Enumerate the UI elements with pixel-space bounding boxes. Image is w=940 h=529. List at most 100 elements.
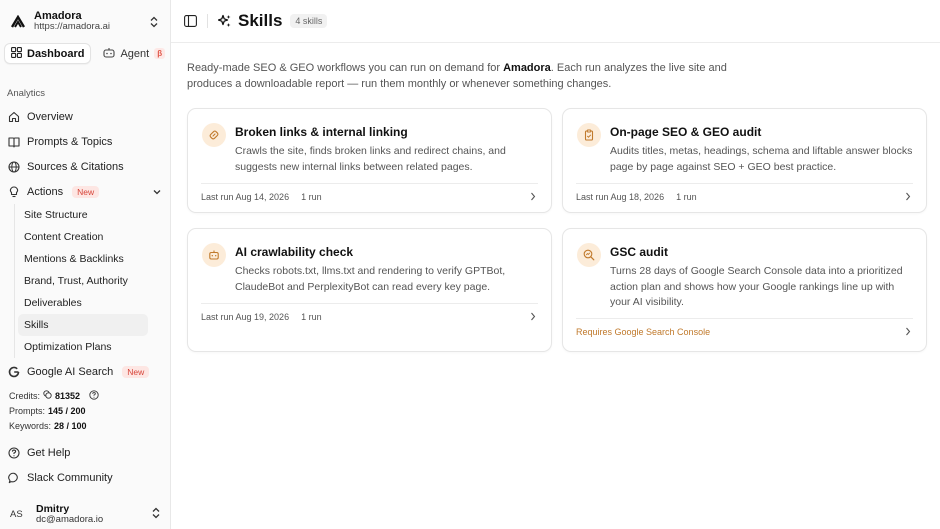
sidebar-item-deliverables[interactable]: Deliverables — [18, 292, 148, 314]
run-count: 1 run — [676, 191, 697, 202]
app-root: Amadora https://amadora.ai Dashboard Age… — [0, 0, 940, 529]
chevron-right-icon — [528, 192, 538, 202]
org-switcher[interactable]: Amadora https://amadora.ai — [0, 0, 170, 33]
card-title: AI crawlability check — [235, 245, 354, 259]
card-footer[interactable]: Last run Aug 19, 2026 1 run — [201, 303, 538, 329]
header-divider — [207, 14, 208, 28]
help-circle-icon — [8, 447, 20, 459]
sidebar-item-label: Actions — [27, 186, 64, 198]
link-icon — [202, 123, 226, 147]
search-chart-icon — [577, 243, 601, 267]
last-run: Last run Aug 14, 2026 — [201, 191, 290, 202]
sidebar-item-brand-trust-authority[interactable]: Brand, Trust, Authority — [18, 270, 148, 292]
sidebar-item-site-structure[interactable]: Site Structure — [18, 204, 148, 226]
chat-icon — [8, 472, 20, 484]
sidebar-nav: Overview Prompts & Topics Sources & Cita… — [0, 105, 170, 204]
clipboard-icon — [577, 123, 601, 147]
bottom-links: Get Help Slack Community — [4, 440, 166, 490]
sparkles-icon — [218, 14, 232, 28]
chevron-right-icon — [528, 312, 538, 322]
card-footer[interactable]: Last run Aug 18, 2026 1 run — [576, 183, 913, 209]
sidebar-toggle-icon[interactable] — [183, 14, 197, 28]
sidebar-item-skills[interactable]: Skills — [18, 314, 148, 336]
run-count: 1 run — [301, 191, 322, 202]
skills-count-badge: 4 skills — [290, 14, 328, 28]
sidebar-item-google-ai-search[interactable]: Google AI Search New — [4, 360, 166, 384]
chevron-down-icon[interactable] — [152, 187, 162, 197]
dashboard-tab[interactable]: Dashboard — [4, 43, 92, 64]
keywords-label: Keywords: — [9, 420, 52, 431]
chevron-right-icon — [903, 327, 913, 337]
coins-icon — [43, 390, 52, 401]
sidebar-item-label: Overview — [27, 111, 73, 123]
credits-label: Credits: — [9, 390, 41, 401]
dashboard-icon — [11, 46, 22, 61]
sidebar-item-prompts[interactable]: Prompts & Topics — [4, 130, 166, 154]
sidebar-item-optimization-plans[interactable]: Optimization Plans — [18, 336, 148, 358]
slack-community-link[interactable]: Slack Community — [4, 466, 166, 490]
sidebar-item-overview[interactable]: Overview — [4, 105, 166, 129]
prompts-row: Prompts: 145 / 200 — [9, 403, 161, 418]
usage-summary: Credits: 81352 Prompts: 145 / 200 Keywor… — [0, 388, 170, 433]
skill-card-ai-crawlability[interactable]: AI crawlability check Checks robots.txt,… — [187, 228, 552, 352]
prompts-label: Prompts: — [9, 405, 46, 416]
sidebar-item-content-creation[interactable]: Content Creation — [18, 226, 148, 248]
keywords-row: Keywords: 28 / 100 — [9, 418, 161, 433]
skill-card-broken-links[interactable]: Broken links & internal linking Crawls t… — [187, 108, 552, 213]
avatar: AS — [10, 508, 23, 520]
user-name: Dmitry — [36, 502, 70, 515]
globe-icon — [8, 161, 20, 173]
card-footer[interactable]: Requires Google Search Console — [576, 318, 913, 344]
chevron-updown-icon — [152, 507, 160, 522]
sidebar-item-label: Google AI Search — [27, 366, 114, 378]
last-run: Last run Aug 19, 2026 — [201, 311, 290, 322]
skill-card-on-page-audit[interactable]: On-page SEO & GEO audit Audits titles, m… — [562, 108, 927, 213]
google-icon — [8, 366, 20, 378]
chevron-updown-icon — [148, 15, 160, 29]
agent-label: Agent — [120, 47, 150, 60]
page-header: Skills 4 skills — [171, 0, 940, 43]
new-badge: New — [122, 366, 150, 378]
book-icon — [8, 136, 20, 148]
amadora-logo-icon — [10, 14, 26, 30]
agent-tab[interactable]: Agent β — [97, 43, 171, 64]
chevron-right-icon — [903, 192, 913, 202]
help-circle-icon[interactable] — [89, 389, 99, 402]
intro-text-before: Ready-made SEO & GEO workflows you can r… — [187, 62, 504, 74]
sidebar-item-mentions-backlinks[interactable]: Mentions & Backlinks — [18, 248, 148, 270]
card-description: Turns 28 days of Google Search Console d… — [610, 265, 903, 308]
last-run: Last run Aug 18, 2026 — [576, 191, 665, 202]
home-icon — [8, 111, 20, 123]
prompts-value: 145 / 200 — [48, 405, 86, 416]
new-badge: New — [72, 186, 100, 198]
google-nav: Google AI Search New — [0, 360, 170, 384]
sidebar-item-sources[interactable]: Sources & Citations — [4, 155, 166, 179]
card-description: Crawls the site, finds broken links and … — [235, 145, 506, 173]
user-menu[interactable]: AS Dmitry dc@amadora.io — [0, 500, 170, 528]
get-help-label: Get Help — [27, 447, 71, 459]
sidebar-item-actions[interactable]: Actions New — [4, 180, 166, 204]
bot-icon — [202, 243, 226, 267]
card-description: Checks robots.txt, llms.txt and renderin… — [235, 265, 506, 293]
beta-badge: β — [154, 48, 166, 59]
card-title: GSC audit — [610, 245, 669, 259]
get-help-link[interactable]: Get Help — [4, 441, 166, 465]
sidebar-item-label: Prompts & Topics — [27, 136, 113, 148]
credits-row: Credits: 81352 — [9, 388, 161, 403]
keywords-value: 28 / 100 — [54, 420, 87, 431]
card-description: Audits titles, metas, headings, schema a… — [610, 145, 913, 173]
run-count: 1 run — [301, 311, 322, 322]
card-title: On-page SEO & GEO audit — [610, 125, 762, 139]
card-footer[interactable]: Last run Aug 14, 2026 1 run — [201, 183, 538, 209]
main-content: Skills 4 skills Ready-made SEO & GEO wor… — [171, 0, 940, 529]
org-url: https://amadora.ai — [34, 21, 111, 33]
intro-brand: Amadora — [503, 62, 551, 74]
sidebar: Amadora https://amadora.ai Dashboard Age… — [0, 0, 171, 529]
bot-icon — [103, 47, 116, 61]
user-email: dc@amadora.io — [36, 513, 104, 525]
dashboard-label: Dashboard — [27, 47, 85, 60]
actions-subnav: Site Structure Content Creation Mentions… — [14, 204, 148, 358]
skill-card-gsc-audit[interactable]: GSC audit Turns 28 days of Google Search… — [562, 228, 927, 352]
slack-community-label: Slack Community — [27, 472, 113, 484]
page-title: Skills — [238, 11, 283, 30]
